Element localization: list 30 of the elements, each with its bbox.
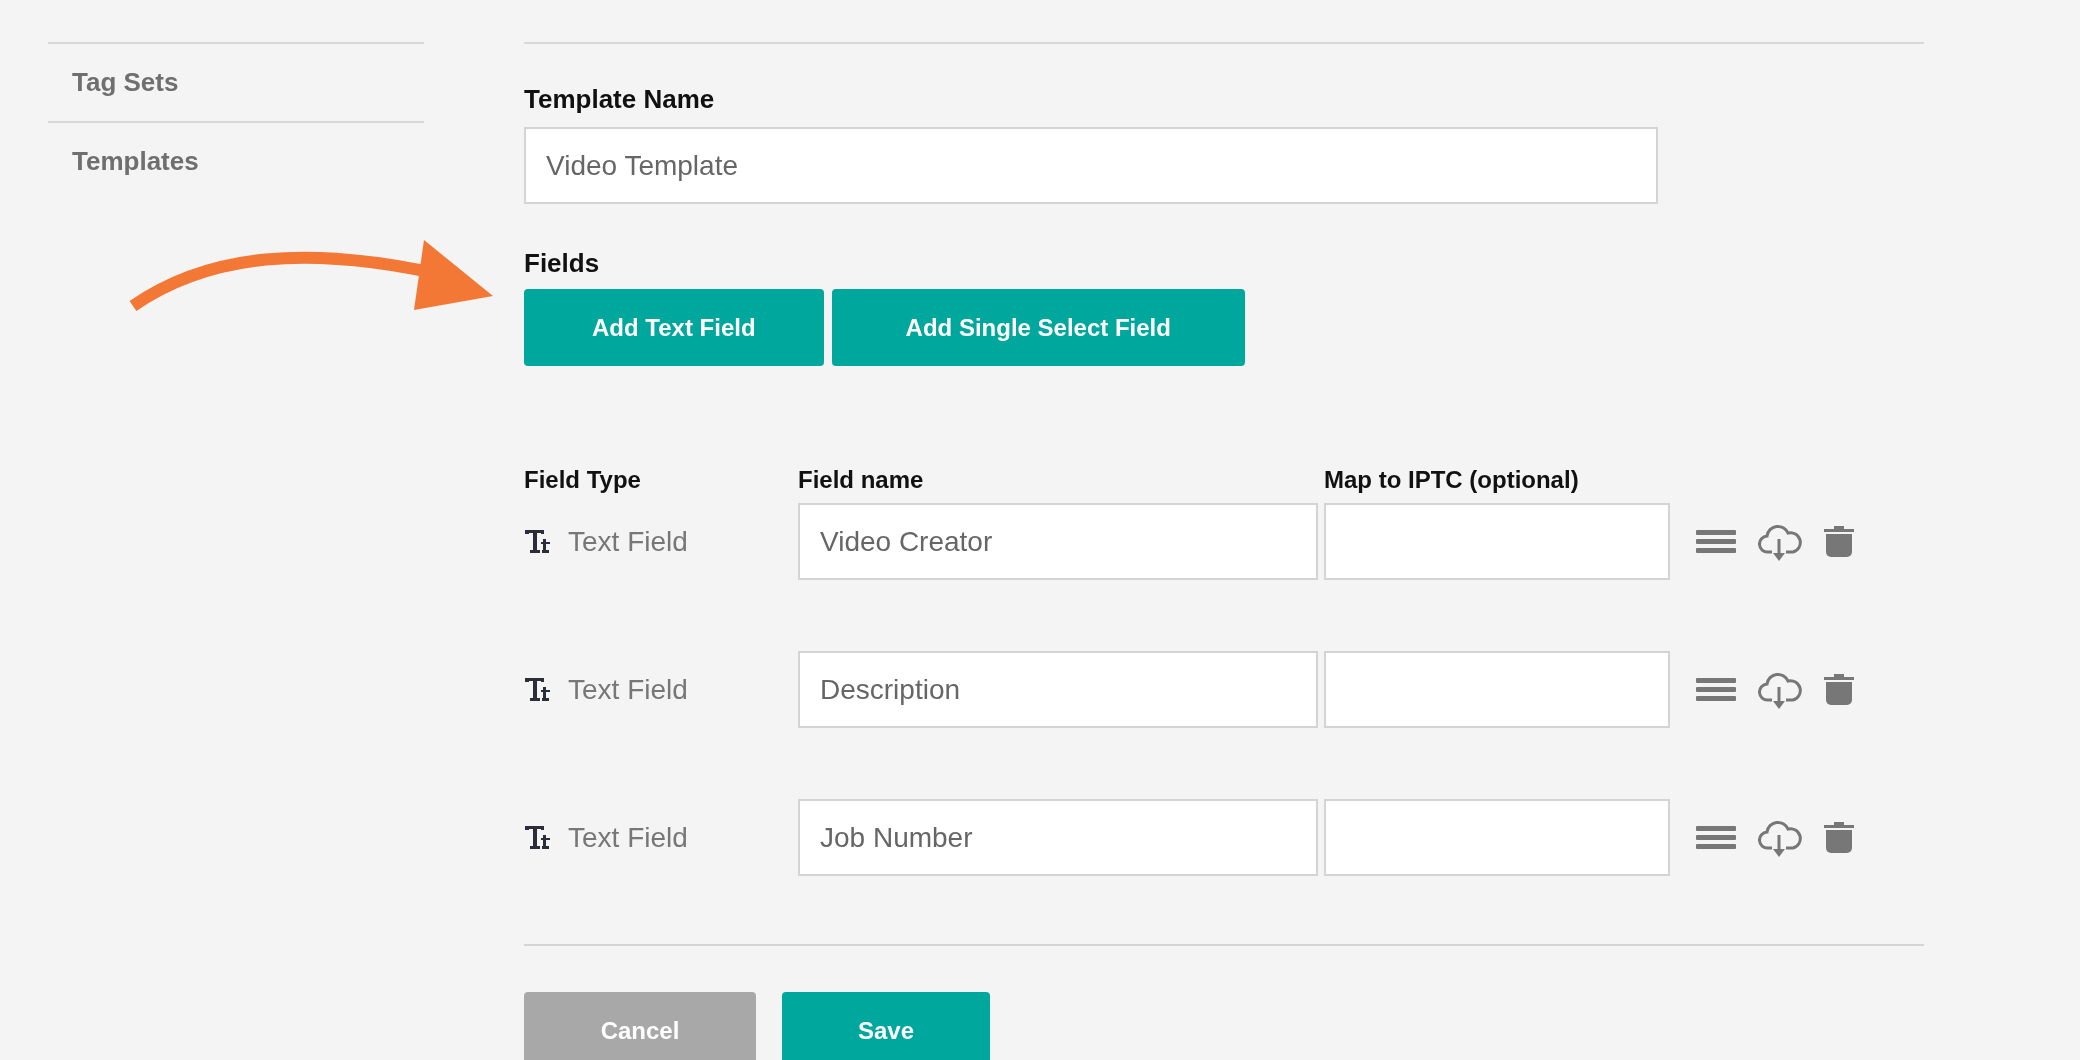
section-label: Fields — [524, 248, 601, 279]
column-header: Map to IPTC (optional) — [1324, 466, 1580, 494]
drag-handle-icon[interactable] — [1696, 527, 1736, 556]
text-format-icon — [524, 823, 552, 852]
text-format-icon — [524, 527, 552, 556]
field-type-text: Text Field — [568, 525, 688, 558]
iptc-input[interactable] — [1324, 799, 1670, 876]
field-name-input[interactable]: Description — [798, 651, 1318, 728]
drag-handle-icon[interactable] — [1696, 823, 1736, 852]
add-field-button[interactable]: Add Single Select Field — [831, 289, 1245, 366]
column-header: Field Type — [524, 466, 642, 494]
template-name-input[interactable]: Video Template — [524, 127, 1658, 204]
trash-icon[interactable] — [1824, 821, 1854, 854]
field-type-text: Text Field — [568, 821, 688, 854]
sidebar-link[interactable]: Tag Sets — [72, 67, 179, 98]
save-button[interactable]: Save — [782, 992, 990, 1060]
field-type-text: Text Field — [568, 673, 688, 706]
iptc-input[interactable] — [1324, 651, 1670, 728]
text-format-icon — [524, 675, 552, 704]
trash-icon[interactable] — [1824, 525, 1854, 558]
field-label: Template Name — [524, 84, 716, 115]
field-name-input[interactable]: Video Creator — [798, 503, 1318, 580]
drag-handle-icon[interactable] — [1696, 675, 1736, 704]
trash-icon[interactable] — [1824, 673, 1854, 706]
cancel-button[interactable]: Cancel — [524, 992, 756, 1060]
column-header: Field name — [798, 466, 925, 494]
iptc-input[interactable] — [1324, 503, 1670, 580]
field-name-input[interactable]: Job Number — [798, 799, 1318, 876]
sidebar-link[interactable]: Templates — [72, 146, 199, 177]
add-field-button[interactable]: Add Text Field — [524, 289, 824, 366]
